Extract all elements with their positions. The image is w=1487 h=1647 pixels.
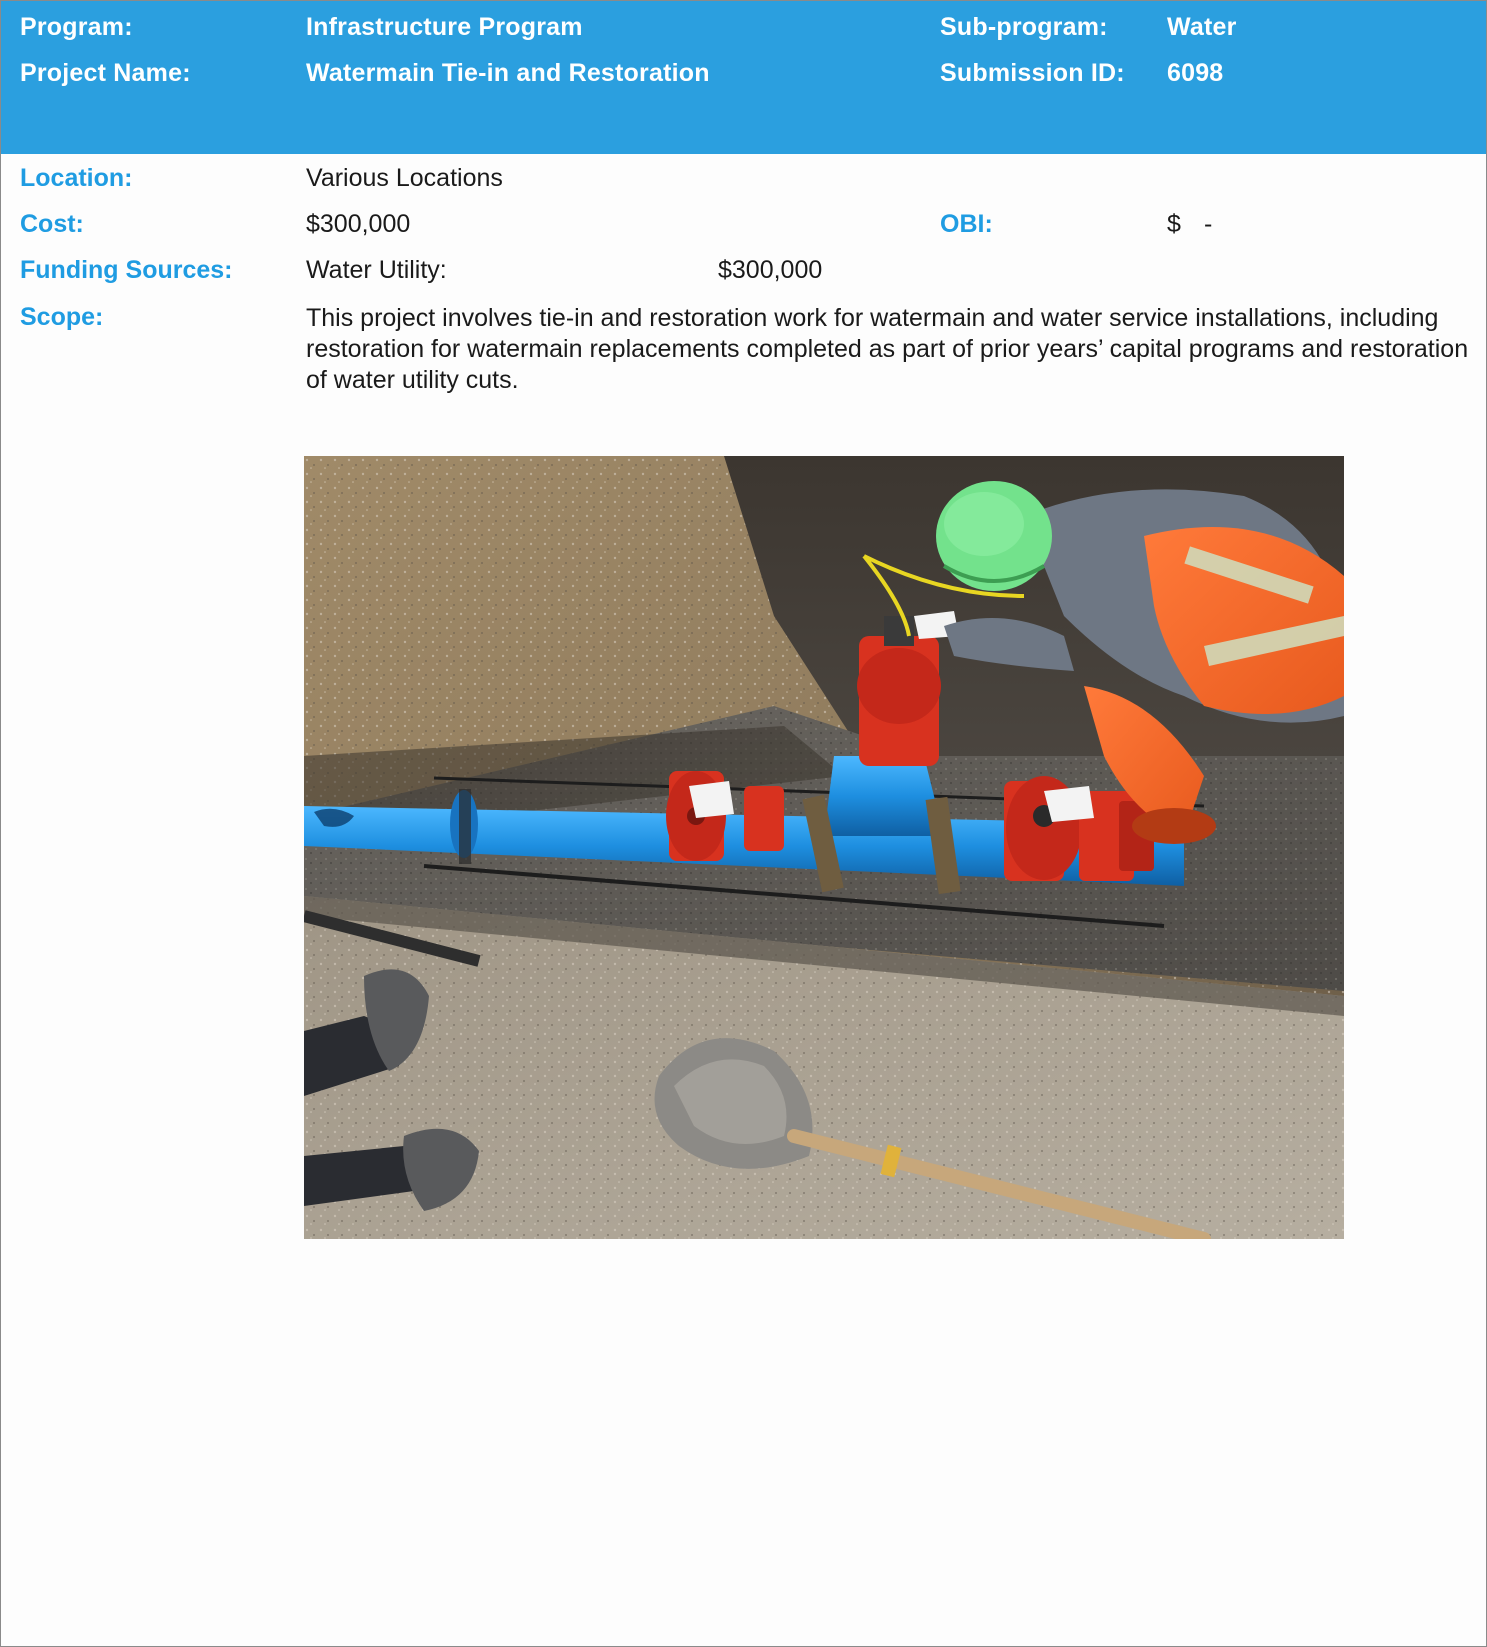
obi-value: - <box>1204 210 1213 238</box>
submission-id-value: 6098 <box>1167 59 1224 87</box>
project-sheet: Program: Infrastructure Program Sub-prog… <box>0 0 1487 1647</box>
scope-text: This project involves tie-in and restora… <box>306 304 1469 394</box>
submission-id-label: Submission ID: <box>940 59 1125 87</box>
funding-source-amount: $300,000 <box>718 256 823 284</box>
scope-label: Scope: <box>20 303 104 331</box>
funding-source-name: Water Utility: <box>306 256 447 284</box>
program-label: Program: <box>20 13 133 41</box>
subprogram-value: Water <box>1167 13 1237 41</box>
program-value: Infrastructure Program <box>306 13 583 41</box>
obi-currency: $ <box>1167 210 1181 238</box>
funding-sources-label: Funding Sources: <box>20 256 233 284</box>
obi-label: OBI: <box>940 210 993 238</box>
valve-top <box>857 616 941 766</box>
location-label: Location: <box>20 164 133 192</box>
project-name-label: Project Name: <box>20 59 191 87</box>
cost-value: $300,000 <box>306 210 411 238</box>
cost-label: Cost: <box>20 210 84 238</box>
location-value: Various Locations <box>306 164 503 192</box>
header-band: Program: Infrastructure Program Sub-prog… <box>1 1 1486 154</box>
project-photo <box>304 456 1344 1239</box>
project-name-value: Watermain Tie-in and Restoration <box>306 59 710 87</box>
subprogram-label: Sub-program: <box>940 13 1108 41</box>
